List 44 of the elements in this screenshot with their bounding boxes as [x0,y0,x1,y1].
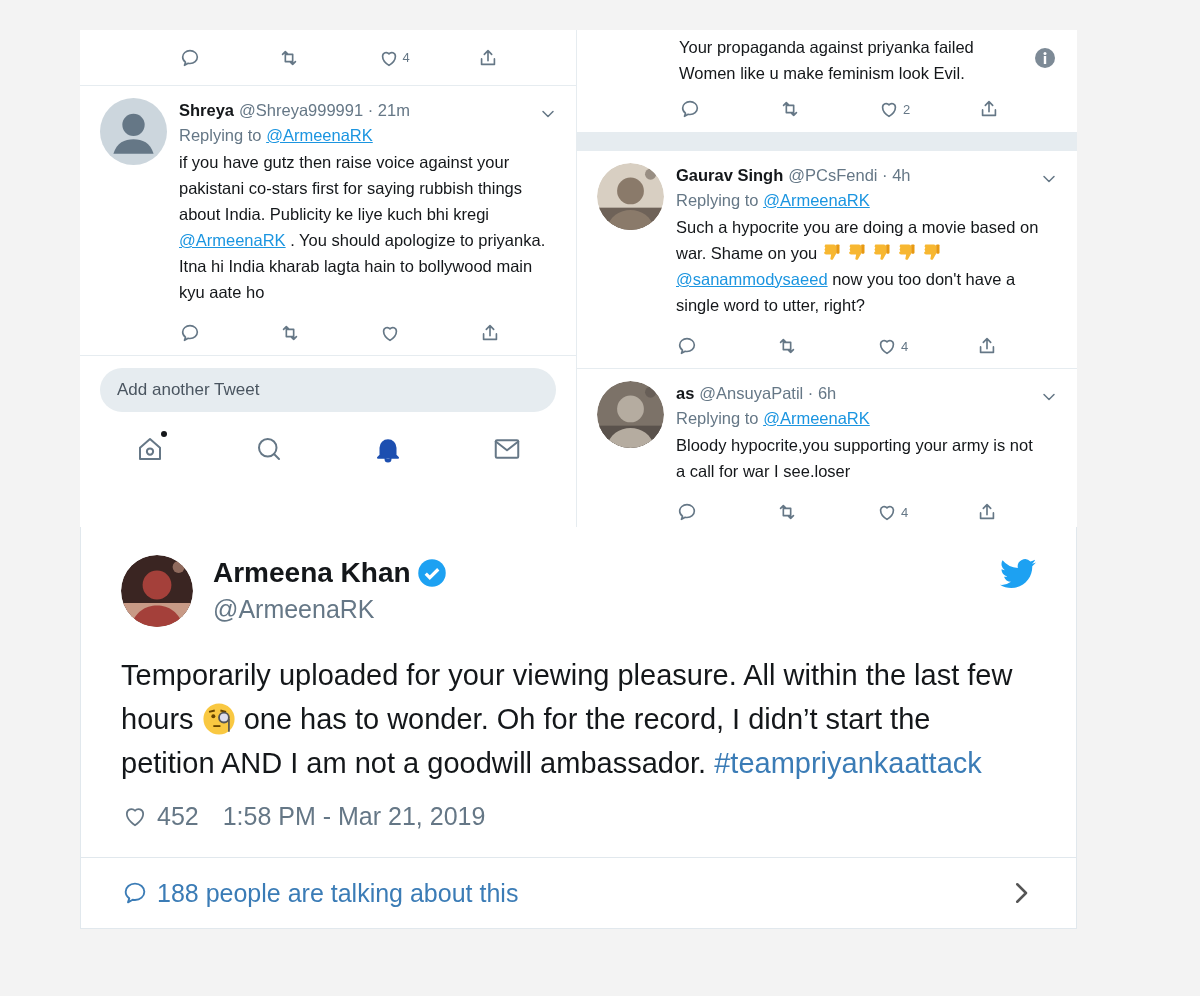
mention-link[interactable]: @sanammodysaeed [676,270,828,288]
thumbs-down-emoji-icon [821,242,842,262]
info-icon[interactable] [1034,47,1056,69]
mention-link[interactable]: @ArmeenaRK [266,126,373,144]
tweet-text: Bloody hypocrite,you supporting your army is not a call for war I see.loser [676,435,1034,482]
author-name: Shreya [179,100,235,121]
thumbs-down-emoji-icon [871,242,892,262]
hashtag-link[interactable]: #teampriyankaattack [714,747,982,779]
handle-and-time: @AnsuyaPatil · 6h [699,383,837,404]
handle-and-time: @Shreya999991 · 21m [239,100,410,121]
author-handle: @ArmeenaRK [213,594,376,625]
like-count: 4 [901,338,909,354]
like-count: 4 [402,50,410,65]
like-count: 2 [903,101,911,117]
like-count: 452 [157,801,199,831]
author-name: Gaurav Singh [676,165,784,186]
conversation-text: 188 people are talking about this [157,878,519,908]
author-name: as [676,383,695,404]
tweet-text: if you have gutz then raise voice against your pakistani co-stars first for saying rubbish things about India. Publicity ke liye kuch bhi kregi @ArmeenaRK . You should apologize to priyanka. Itna hi India kharab lagta hain to bollywood main kyu aate ho [179,152,547,303]
mention-link[interactable]: @ArmeenaRK [179,231,286,249]
default-avatar-icon [100,98,167,165]
thumbs-down-emoji-icon [921,242,942,262]
reply-icon[interactable] [179,322,201,344]
reply-icon[interactable] [676,501,698,523]
conversation-link[interactable]: 188 people are talking about this [81,857,1076,928]
bird-icon[interactable] [1000,559,1036,589]
mention-link[interactable]: @ArmeenaRK [763,409,870,427]
handle-and-time: @PCsFendi · 4h [788,165,911,186]
monocle-face-emoji-icon [201,702,236,736]
thumbs-down-emoji-icon [846,242,867,262]
tweet-timestamp[interactable]: 1:58 PM - Mar 21, 2019 [222,801,486,831]
like-count: 4 [901,504,909,520]
replying-to-text: Replying to @ArmeenaRK [676,408,871,429]
thumbs-down-emoji-icon [896,242,917,262]
tweet-text: Temporarily uploaded for your viewing pleasure. All within the last few hours one has to wonder. Oh for the record, I didn’t start the petition AND I am not a goodwill ambassador. #teampriyankaattack [121,658,1014,781]
tweet-text: Such a hypocrite you are doing a movie based on war. Shame on you @sanammodysaeed now you too don't have a single word to utter, right? [676,217,1040,316]
replying-to-text: Replying to @ArmeenaRK [676,190,871,211]
reply-icon[interactable] [679,98,701,120]
replying-to-text: Replying to @ArmeenaRK [179,125,374,146]
author-name: Armeena Khan [213,556,411,590]
tweet-text: Your propaganda against priyanka failed Women like u make feminism look Evil. [679,37,975,84]
reply-icon[interactable] [676,335,698,357]
compose-field[interactable]: Add another Tweet [100,368,556,412]
mention-link[interactable]: @ArmeenaRK [763,191,870,209]
